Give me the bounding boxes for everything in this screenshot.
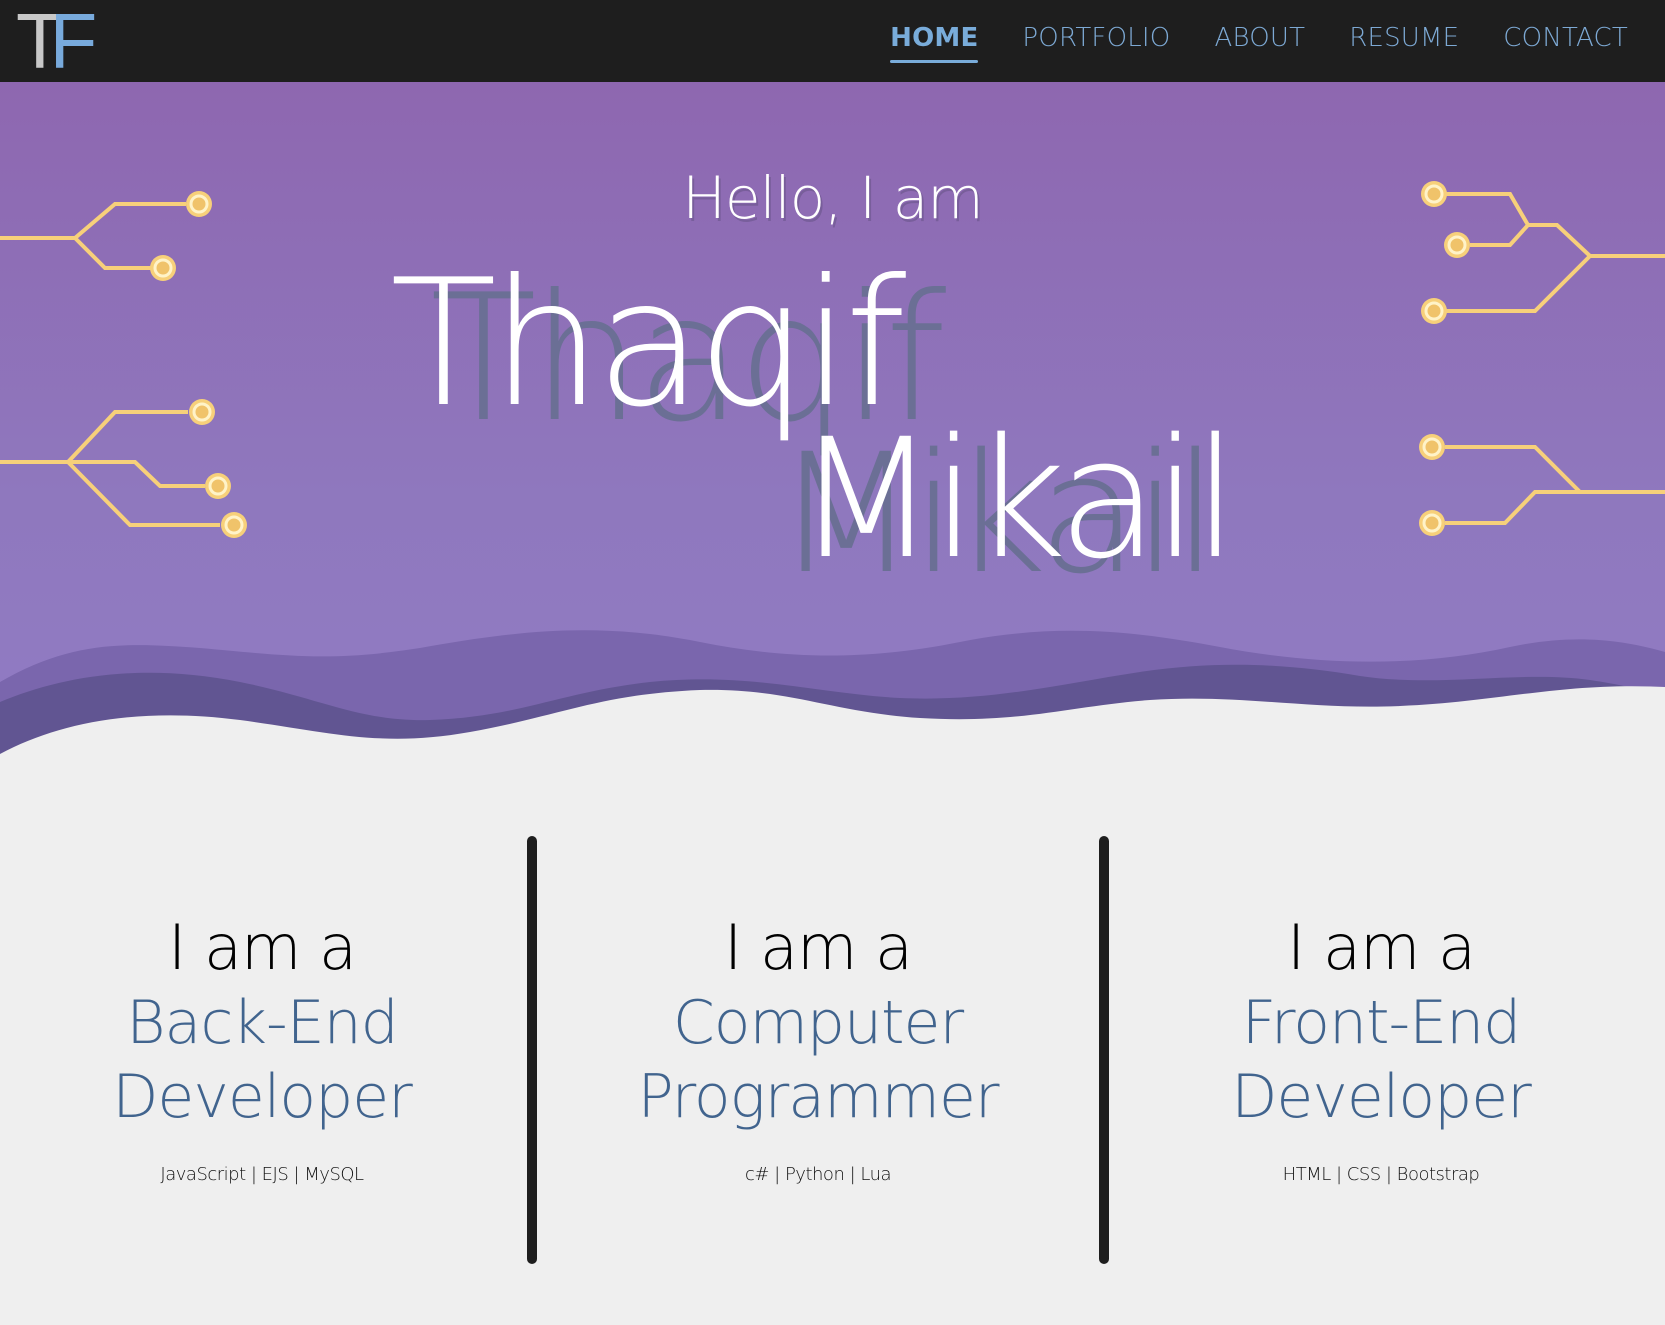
skill-column-programmer: I am a Computer Programmer c# | Python |… [568, 910, 1068, 1185]
skill-column-backend: I am a Back-End Developer JavaScript | E… [12, 910, 512, 1185]
logo[interactable]: TF [16, 2, 97, 80]
hero-section: Hello, I am Thaqif Thaqif Mikail Mikail [0, 82, 1665, 782]
skill-lead: I am a [723, 911, 913, 984]
skill-role-line1: Computer [672, 988, 964, 1058]
skill-lead: I am a [167, 911, 357, 984]
navbar: TF HOME PORTFOLIO ABOUT RESUME CONTACT [0, 0, 1665, 82]
nav-portfolio[interactable]: PORTFOLIO [1022, 0, 1170, 82]
column-divider [527, 836, 537, 1264]
skill-lead: I am a [1286, 911, 1476, 984]
last-name: Mikail [795, 403, 1239, 595]
skill-role-line2: Developer [112, 1062, 413, 1132]
nav-about[interactable]: ABOUT [1214, 0, 1305, 82]
skill-column-frontend: I am a Front-End Developer HTML | CSS | … [1131, 910, 1631, 1185]
skill-role-line1: Back-End [126, 988, 398, 1058]
skill-role-line2: Developer [1231, 1062, 1532, 1132]
skill-role-line1: Front-End [1241, 988, 1521, 1058]
logo-letter-t: T [16, 0, 64, 85]
nav-contact[interactable]: CONTACT [1503, 0, 1628, 82]
skills-section: I am a Back-End Developer JavaScript | E… [0, 830, 1665, 1270]
skill-tech: c# | Python | Lua [744, 1164, 892, 1185]
nav-resume[interactable]: RESUME [1349, 0, 1459, 82]
column-divider [1099, 836, 1109, 1264]
circuit-trace-icon [0, 399, 247, 538]
nav-links: HOME PORTFOLIO ABOUT RESUME CONTACT [846, 0, 1628, 82]
logo-letter-f: F [49, 0, 98, 85]
skill-tech: JavaScript | EJS | MySQL [160, 1164, 364, 1185]
skill-role-line2: Programmer [637, 1062, 999, 1132]
circuit-trace-icon [1419, 434, 1665, 536]
skill-tech: HTML | CSS | Bootstrap [1282, 1164, 1480, 1185]
hero-greeting: Hello, I am [682, 164, 983, 232]
nav-home[interactable]: HOME [890, 0, 979, 82]
